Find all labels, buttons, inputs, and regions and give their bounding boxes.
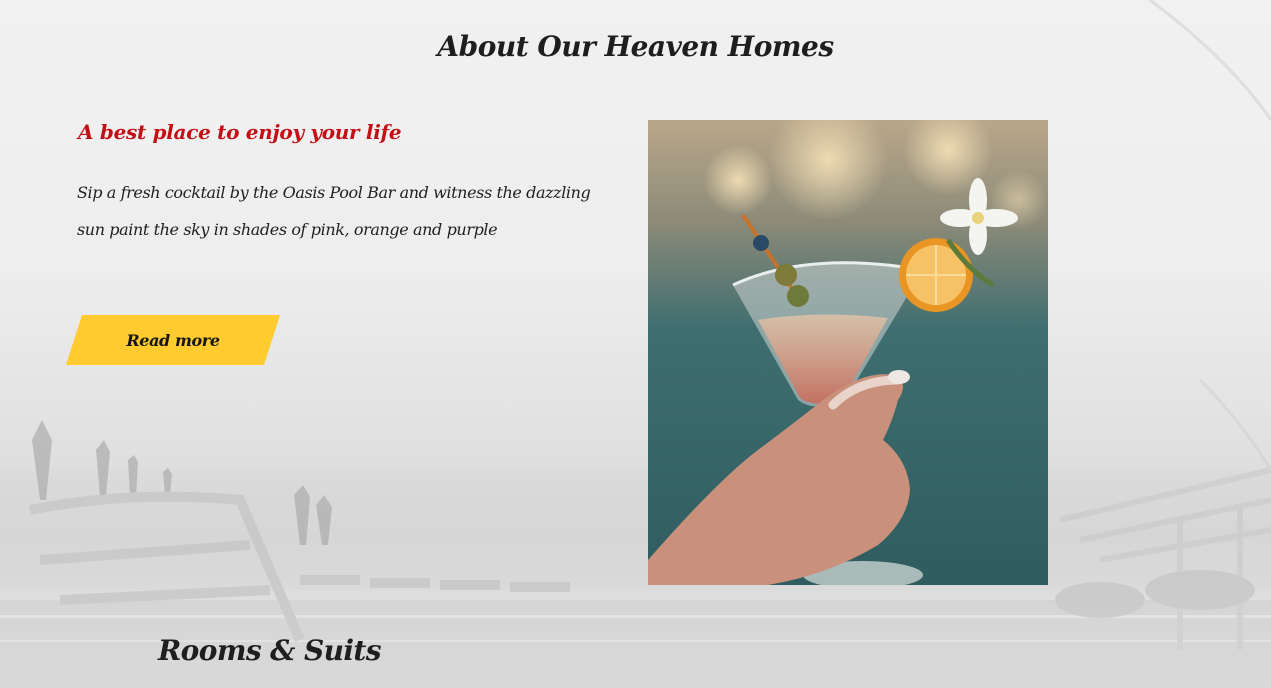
cocktail-photo (648, 120, 1048, 585)
read-more-label: Read more (126, 330, 220, 350)
tagline: A best place to enjoy your life (78, 120, 402, 144)
read-more-button[interactable]: Read more (66, 315, 280, 365)
rooms-title: Rooms & Suits (158, 634, 382, 667)
section-title: About Our Heaven Homes (437, 30, 834, 63)
about-section: About Our Heaven Homes A best place to e… (0, 0, 1271, 688)
about-description: Sip a fresh cocktail by the Oasis Pool B… (77, 183, 591, 239)
